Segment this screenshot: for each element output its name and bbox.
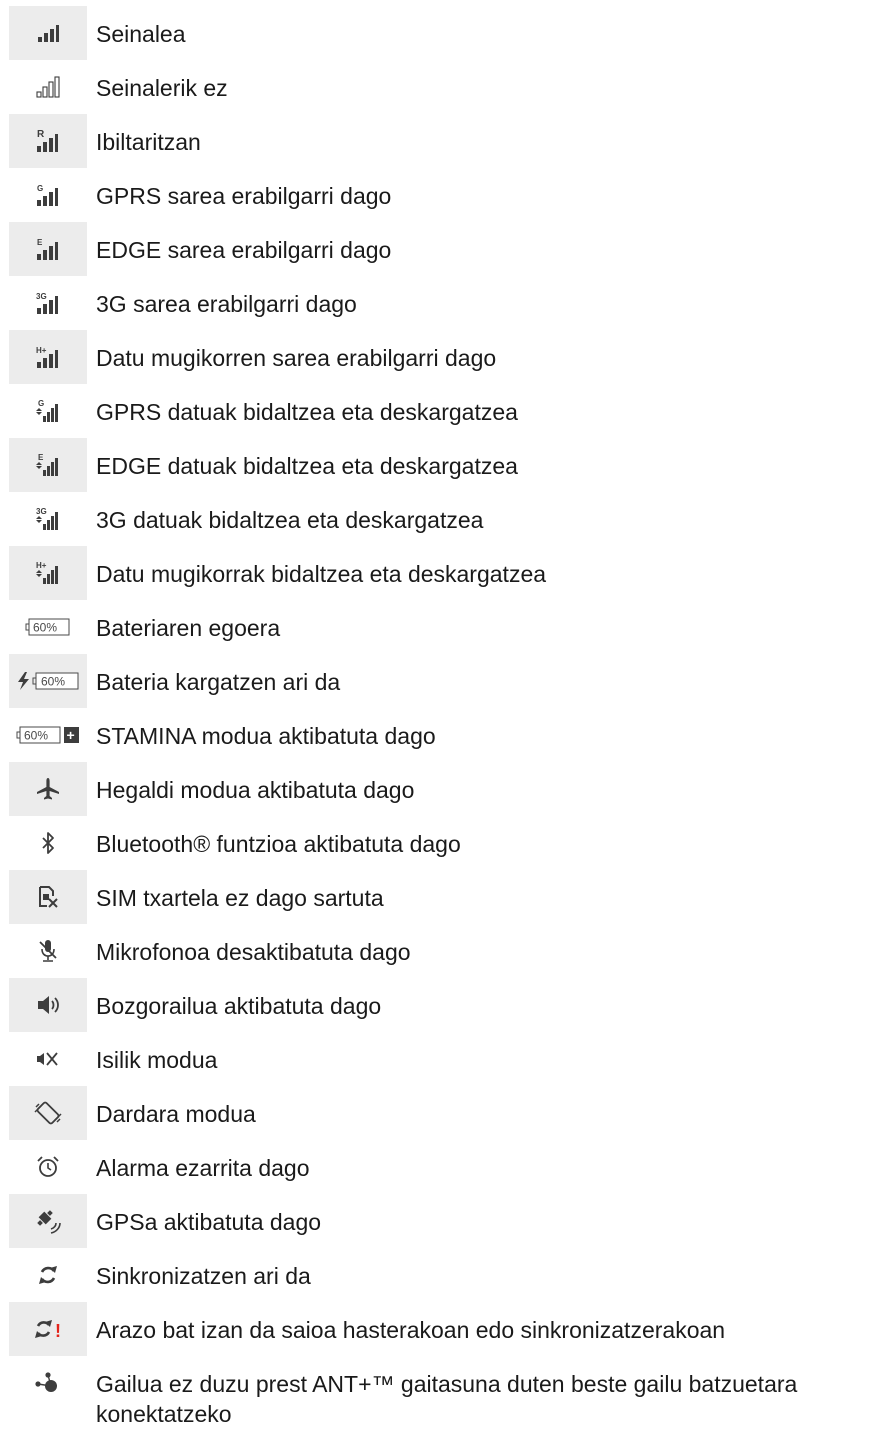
list-item: Mikrofonoa desaktibatuta dago (9, 924, 885, 978)
item-label: EDGE datuak bidaltzea eta deskargatzea (96, 453, 518, 479)
svg-text:60%: 60% (41, 675, 65, 689)
speaker-on-icon (9, 978, 87, 1032)
gps-satellite-icon (9, 1194, 87, 1248)
list-item: Sinkronizatzen ari da (9, 1248, 885, 1302)
signal-strength-icon (9, 6, 87, 60)
svg-text:G: G (37, 184, 43, 193)
item-label: SIM txartela ez dago sartuta (96, 885, 384, 911)
list-item: Hegaldi modua aktibatuta dago (9, 762, 885, 816)
list-item: 60% + STAMINA modua aktibatuta dago (9, 708, 885, 762)
sync-icon (9, 1248, 87, 1302)
microphone-muted-icon (9, 924, 87, 978)
airplane-mode-icon (9, 762, 87, 816)
list-item: ! Arazo bat izan da saioa hasterakoan ed… (9, 1302, 885, 1356)
item-label: Sinkronizatzen ari da (96, 1263, 311, 1289)
svg-text:3G: 3G (36, 507, 47, 516)
svg-text:G: G (38, 399, 44, 408)
mobile-data-network-icon: H+ (9, 330, 87, 384)
list-item: 60% Bateriaren egoera (9, 600, 885, 654)
roaming-letter: R (37, 129, 45, 140)
list-item: G GPRS datuak bidaltzea eta deskargatzea (9, 384, 885, 438)
item-label: 3G sarea erabilgarri dago (96, 291, 357, 317)
item-label: Isilik modua (96, 1047, 218, 1073)
roaming-icon: R (9, 114, 87, 168)
svg-text:3G: 3G (36, 292, 47, 301)
item-label: Bateria kargatzen ari da (96, 669, 341, 695)
item-label: Arazo bat izan da saioa hasterakoan edo … (96, 1317, 726, 1343)
item-label: Gailua ez duzu prest ANT+™ gaitasuna dut… (96, 1371, 798, 1427)
item-label: STAMINA modua aktibatuta dago (96, 723, 436, 749)
list-item: E EDGE sarea erabilgarri dago (9, 222, 885, 276)
item-label: GPRS sarea erabilgarri dago (96, 183, 392, 209)
3g-data-transfer-icon: 3G (9, 492, 87, 546)
error-exclamation: ! (55, 1321, 61, 1341)
item-label: 3G datuak bidaltzea eta deskargatzea (96, 507, 484, 533)
item-label: Bozgorailua aktibatuta dago (96, 993, 382, 1019)
list-item: Bozgorailua aktibatuta dago (9, 978, 885, 1032)
item-label: EDGE sarea erabilgarri dago (96, 237, 392, 263)
item-label: GPSa aktibatuta dago (96, 1209, 322, 1235)
no-signal-icon (9, 60, 87, 114)
list-item: SIM txartela ez dago sartuta (9, 870, 885, 924)
3g-network-icon: 3G (9, 276, 87, 330)
item-label: Datu mugikorrak bidaltzea eta deskargatz… (96, 561, 547, 587)
list-item: Seinalerik ez (9, 60, 885, 114)
no-sim-card-icon (9, 870, 87, 924)
list-item: Dardara modua (9, 1086, 885, 1140)
list-item: Alarma ezarrita dago (9, 1140, 885, 1194)
svg-text:E: E (38, 453, 44, 462)
list-item: E EDGE datuak bidaltzea eta deskargatzea (9, 438, 885, 492)
item-label: Datu mugikorren sarea erabilgarri dago (96, 345, 497, 371)
list-item: H+ Datu mugikorren sarea erabilgarri dag… (9, 330, 885, 384)
item-label: Seinalerik ez (96, 75, 228, 101)
ant-plus-icon (9, 1356, 87, 1410)
list-item: Bluetooth® funtzioa aktibatuta dago (9, 816, 885, 870)
edge-network-icon: E (9, 222, 87, 276)
list-item: 3G 3G datuak bidaltzea eta deskargatzea (9, 492, 885, 546)
alarm-clock-icon (9, 1140, 87, 1194)
svg-text:60%: 60% (24, 729, 48, 743)
item-label: Bateriaren egoera (96, 615, 281, 641)
svg-text:H+: H+ (36, 561, 47, 570)
item-label: Seinalea (96, 21, 186, 47)
gprs-network-icon: G (9, 168, 87, 222)
sync-error-icon: ! (9, 1302, 87, 1356)
item-label: Alarma ezarrita dago (96, 1155, 310, 1181)
gprs-data-transfer-icon: G (9, 384, 87, 438)
stamina-mode-icon: 60% + (9, 708, 87, 762)
battery-status-icon: 60% (9, 600, 87, 654)
battery-charging-icon: 60% (9, 654, 87, 708)
silent-mode-icon (9, 1032, 87, 1086)
vibrate-mode-icon (9, 1086, 87, 1140)
bluetooth-icon (9, 816, 87, 870)
list-item: Isilik modua (9, 1032, 885, 1086)
svg-text:E: E (37, 238, 43, 247)
list-item: 3G 3G sarea erabilgarri dago (9, 276, 885, 330)
list-item: Gailua ez duzu prest ANT+™ gaitasuna dut… (9, 1356, 885, 1427)
svg-text:+: + (67, 727, 75, 743)
status-icon-list: Seinalea Seinalerik ez R Ibiltaritzan G … (9, 6, 885, 1427)
list-item: R Ibiltaritzan (9, 114, 885, 168)
item-label: Bluetooth® funtzioa aktibatuta dago (96, 831, 461, 857)
list-item: Seinalea (9, 6, 885, 60)
list-item: 60% Bateria kargatzen ari da (9, 654, 885, 708)
svg-text:H+: H+ (36, 346, 47, 355)
list-item: GPSa aktibatuta dago (9, 1194, 885, 1248)
mobile-data-transfer-icon: H+ (9, 546, 87, 600)
item-label: Dardara modua (96, 1101, 256, 1127)
item-label: Mikrofonoa desaktibatuta dago (96, 939, 411, 965)
edge-data-transfer-icon: E (9, 438, 87, 492)
item-label: Hegaldi modua aktibatuta dago (96, 777, 415, 803)
item-label: GPRS datuak bidaltzea eta deskargatzea (96, 399, 518, 425)
list-item: H+ Datu mugikorrak bidaltzea eta deskarg… (9, 546, 885, 600)
list-item: G GPRS sarea erabilgarri dago (9, 168, 885, 222)
item-label: Ibiltaritzan (96, 129, 201, 155)
svg-text:60%: 60% (33, 621, 57, 635)
